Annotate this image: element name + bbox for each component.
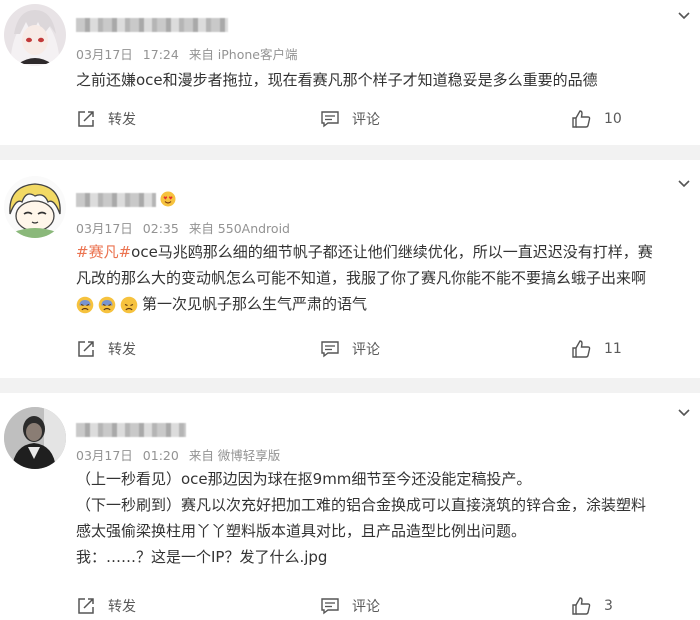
- post-content: #赛凡#oce马兆鸥那么细的细节帆子都还让他们继续优化，所以一直迟迟没有打样，赛…: [76, 239, 696, 317]
- heart-eyes-badge-icon: [160, 191, 176, 207]
- like-count: 11: [604, 341, 622, 357]
- like-button[interactable]: 3: [571, 596, 613, 616]
- content-line: 凡改的那么大的变动帆怎么可能不知道，我服了你了赛凡你能不能不要搞幺蛾子出来啊: [76, 269, 647, 287]
- comment-button[interactable]: 评论: [320, 596, 380, 616]
- content-line: #赛凡#oce马兆鸥那么细的细节帆子都还让他们继续优化，所以一直迟迟没有打样，赛: [76, 239, 696, 265]
- comment-icon: [321, 598, 339, 615]
- content-line: 第一次见帆子那么生气严肃的语气: [76, 291, 696, 317]
- content-line: 我：……？这是一个IP？发了什么.jpg: [76, 548, 328, 566]
- post-meta: 03月17日 02:35 来自 550Android: [76, 218, 296, 237]
- thumbs-up-icon: [572, 340, 591, 358]
- content-line: 感太强偷梁换柱用丫丫塑料版本道具对比，且产品造型比例出问题。: [76, 522, 527, 540]
- comment-card: 03月17日 01:20 来自 微博轻享版 （上一秒看见）oce那边因为球在抠9…: [0, 393, 700, 620]
- chevron-down-icon[interactable]: [676, 405, 692, 421]
- sad-emoji-icon: [76, 296, 94, 313]
- repost-label: 转发: [108, 112, 136, 128]
- avatar[interactable]: [4, 176, 66, 238]
- post-time: 17:24: [142, 47, 179, 62]
- content-text: oce马兆鸥那么细的细节帆子都还让他们继续优化，所以一直迟迟没有打样，赛: [131, 243, 653, 261]
- comment-label: 评论: [352, 342, 380, 358]
- post-content: （上一秒看见）oce那边因为球在抠9mm细节至今还没能定稿投产。 （下一秒刷到）…: [76, 466, 696, 570]
- repost-label: 转发: [108, 599, 136, 615]
- post-source: 来自 550Android: [188, 221, 290, 236]
- post-meta: 03月17日 17:24 来自 iPhone客户端: [76, 44, 303, 63]
- post-date: 03月17日: [76, 47, 133, 62]
- chevron-down-icon[interactable]: [676, 176, 692, 192]
- comment-button[interactable]: 评论: [320, 339, 380, 359]
- post-content: 之前还嫌oce和漫步者拖拉，现在看赛凡那个样子才知道稳妥是多么重要的品德: [76, 67, 696, 93]
- action-bar: 转发 评论 3: [0, 596, 700, 620]
- repost-icon: [78, 341, 94, 357]
- sad-emoji-icon: [98, 296, 116, 313]
- comment-button[interactable]: 评论: [320, 109, 380, 129]
- thumbs-up-icon: [572, 597, 591, 615]
- sad-emoji-icon: [120, 296, 138, 313]
- avatar[interactable]: [4, 4, 66, 66]
- like-button[interactable]: 10: [571, 109, 622, 129]
- like-button[interactable]: 11: [571, 339, 622, 359]
- content-text: 第一次见帆子那么生气严肃的语气: [142, 295, 368, 313]
- comment-card: 03月17日 02:35 来自 550Android #赛凡#oce马兆鸥那么细…: [0, 160, 700, 378]
- like-count: 3: [604, 598, 613, 614]
- separator: [0, 378, 700, 393]
- post-time: 01:20: [142, 448, 179, 463]
- username-blurred[interactable]: [76, 193, 156, 207]
- thumbs-up-icon: [572, 110, 591, 128]
- content-line: （下一秒刷到）赛凡以次充好把加工难的铝合金换成可以直接浇筑的锌合金，涂装塑料: [76, 496, 647, 514]
- repost-label: 转发: [108, 342, 136, 358]
- comment-label: 评论: [352, 599, 380, 615]
- post-meta: 03月17日 01:20 来自 微博轻享版: [76, 445, 286, 464]
- comment-icon: [321, 111, 339, 128]
- repost-icon: [78, 598, 94, 614]
- comment-card: 03月17日 17:24 来自 iPhone客户端 之前还嫌oce和漫步者拖拉，…: [0, 0, 700, 145]
- post-date: 03月17日: [76, 448, 133, 463]
- username-blurred[interactable]: [76, 423, 186, 437]
- action-bar: 转发 评论 10: [0, 109, 700, 135]
- post-source: 来自 微博轻享版: [188, 448, 281, 463]
- like-count: 10: [604, 111, 622, 127]
- action-bar: 转发 评论 11: [0, 339, 700, 365]
- repost-button[interactable]: 转发: [76, 339, 136, 359]
- chevron-down-icon[interactable]: [676, 8, 692, 24]
- content-line: 之前还嫌oce和漫步者拖拉，现在看赛凡那个样子才知道稳妥是多么重要的品德: [76, 71, 598, 89]
- repost-button[interactable]: 转发: [76, 596, 136, 616]
- comment-label: 评论: [352, 112, 380, 128]
- repost-button[interactable]: 转发: [76, 109, 136, 129]
- content-line: （上一秒看见）oce那边因为球在抠9mm细节至今还没能定稿投产。: [76, 470, 532, 488]
- hashtag-link[interactable]: #赛凡#: [76, 243, 131, 261]
- post-time: 02:35: [142, 221, 179, 236]
- repost-icon: [78, 111, 94, 127]
- username-blurred[interactable]: [76, 18, 228, 32]
- post-source: 来自 iPhone客户端: [188, 47, 298, 62]
- comment-icon: [321, 341, 339, 358]
- separator: [0, 145, 700, 160]
- post-date: 03月17日: [76, 221, 133, 236]
- avatar[interactable]: [4, 407, 66, 469]
